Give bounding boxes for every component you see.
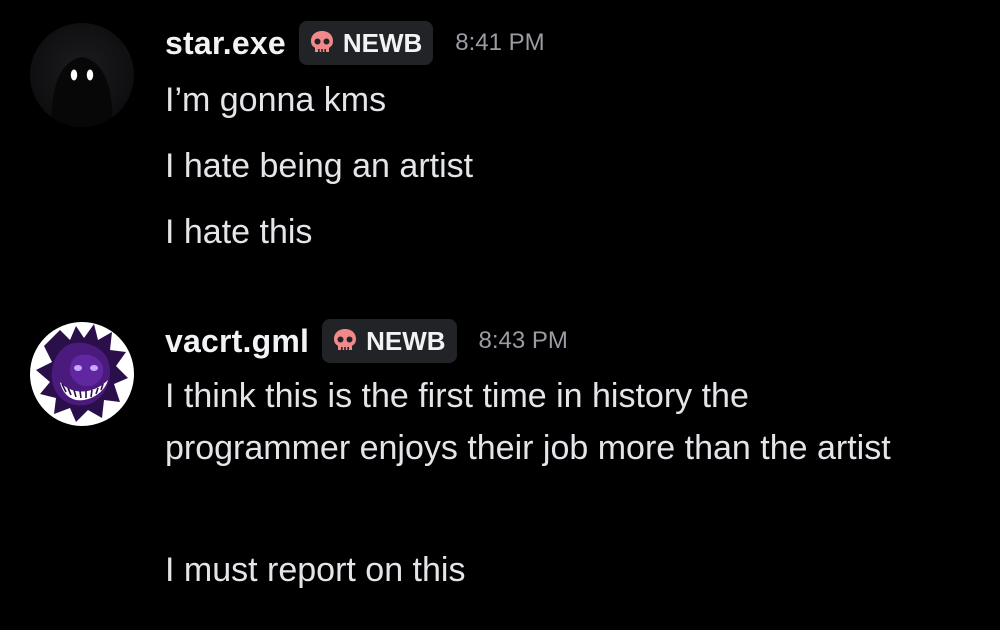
message-text: I hate this [165,213,313,251]
username[interactable]: vacrt.gml [165,323,309,360]
message-text: I think this is the first time in histor… [165,377,891,467]
avatar[interactable] [30,23,134,127]
avatar[interactable] [30,322,134,426]
skull-icon [334,329,357,350]
skull-icon [310,31,333,52]
dark-hooded-figure-icon [30,23,134,127]
message-header: vacrt.gml NEWB 8:43 PM [165,316,568,366]
role-tag[interactable]: NEWB [322,319,457,363]
timestamp: 8:41 PM [455,29,545,56]
message-text: I must report on this [165,551,466,589]
message-text: I’m gonna kms [165,81,387,119]
tag-label: NEWB [342,27,423,58]
timestamp: 8:43 PM [478,327,568,354]
purple-grinning-creature-icon [30,322,134,426]
message-header: star.exe NEWB 8:41 PM [165,18,545,68]
message-text: I hate being an artist [165,147,474,185]
tag-label: NEWB [366,325,446,356]
username[interactable]: star.exe [165,25,286,62]
role-tag[interactable]: NEWB [298,21,434,65]
